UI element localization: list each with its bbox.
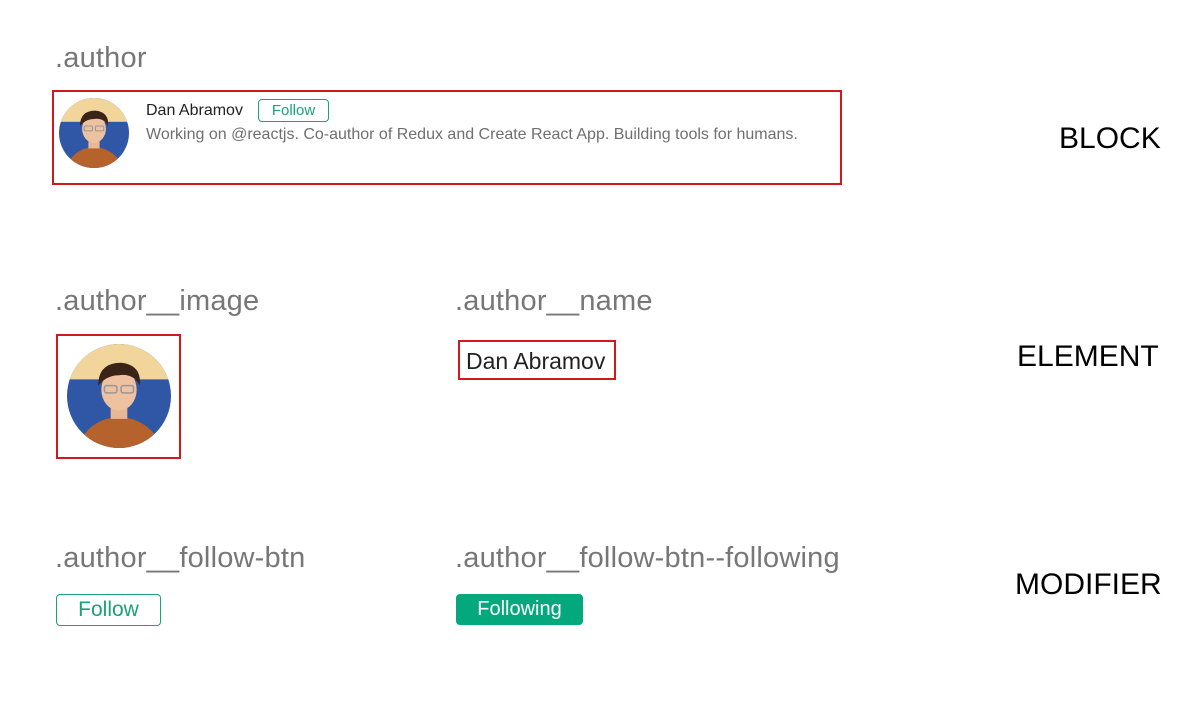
author-name: Dan Abramov xyxy=(466,348,606,374)
modifier-follow-class-label: .author__follow-btn xyxy=(55,542,306,574)
author-card-bio: Working on @reactjs. Co-author of Redux … xyxy=(146,126,798,143)
author-card-name: Dan Abramov xyxy=(146,102,243,119)
tier-label-element: ELEMENT xyxy=(1017,340,1159,373)
following-button-label: Following xyxy=(477,598,562,620)
tier-label-block: BLOCK xyxy=(1059,122,1161,155)
author-avatar-icon xyxy=(59,98,129,168)
author-image-icon xyxy=(67,344,171,448)
author-card-follow-label: Follow xyxy=(271,102,316,119)
block-class-label: .author xyxy=(55,42,147,74)
follow-button-label: Follow xyxy=(78,598,139,621)
element-image-class-label: .author__image xyxy=(55,285,260,317)
author-card-follow-button[interactable]: Follow xyxy=(258,99,329,122)
element-name-class-label: .author__name xyxy=(455,285,653,317)
follow-button[interactable]: Follow xyxy=(56,594,161,626)
following-button[interactable]: Following xyxy=(456,594,583,625)
modifier-following-class-label: .author__follow-btn--following xyxy=(455,542,840,574)
tier-label-modifier: MODIFIER xyxy=(1015,568,1162,601)
